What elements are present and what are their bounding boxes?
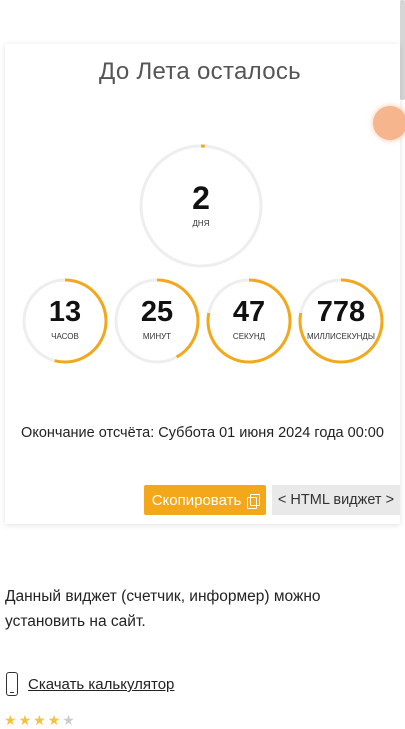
milliseconds-value: 778 <box>316 296 366 328</box>
hours-ring: 13 часов <box>22 278 108 364</box>
seconds-ring: 47 секунд <box>206 278 292 364</box>
milliseconds-ring: 778 миллисекунды <box>298 278 384 364</box>
star-icon[interactable]: ★ <box>33 712 48 728</box>
copy-icon <box>247 493 261 509</box>
seconds-value: 47 <box>232 296 266 328</box>
minutes-label: минут <box>142 332 172 341</box>
star-icon[interactable]: ★ <box>19 712 34 728</box>
minutes-value: 25 <box>140 296 174 328</box>
minutes-ring: 25 минут <box>114 278 200 364</box>
milliseconds-label: миллисекунды <box>307 332 375 341</box>
days-ring: 2 дня <box>139 144 263 268</box>
days-value: 2 <box>192 180 210 216</box>
top-band <box>0 0 405 42</box>
floating-action-button[interactable] <box>373 106 405 140</box>
hours-value: 13 <box>48 296 82 328</box>
days-label: дня <box>192 219 210 228</box>
widget-description: Данный виджет (счетчик, информер) можно … <box>5 588 321 630</box>
hours-label: часов <box>51 332 79 341</box>
phone-icon <box>6 672 18 696</box>
copy-button-label: Скопировать <box>151 491 242 509</box>
scrollbar[interactable] <box>400 0 405 100</box>
copy-button[interactable]: Скопировать <box>144 485 266 515</box>
countdown-end-text: Окончание отсчёта: Суббота 01 июня 2024 … <box>21 425 384 441</box>
html-widget-button[interactable]: < HTML виджет > <box>272 485 400 515</box>
star-icon[interactable]: ★ <box>4 712 19 728</box>
star-icon[interactable]: ★ <box>48 712 63 728</box>
seconds-label: секунд <box>232 332 266 341</box>
rating-stars[interactable]: ★★★★★ <box>4 712 77 729</box>
widget-title: До Лета осталось <box>99 58 301 85</box>
star-icon[interactable]: ★ <box>62 712 77 728</box>
download-calculator-link[interactable]: Скачать калькулятор <box>28 676 174 693</box>
